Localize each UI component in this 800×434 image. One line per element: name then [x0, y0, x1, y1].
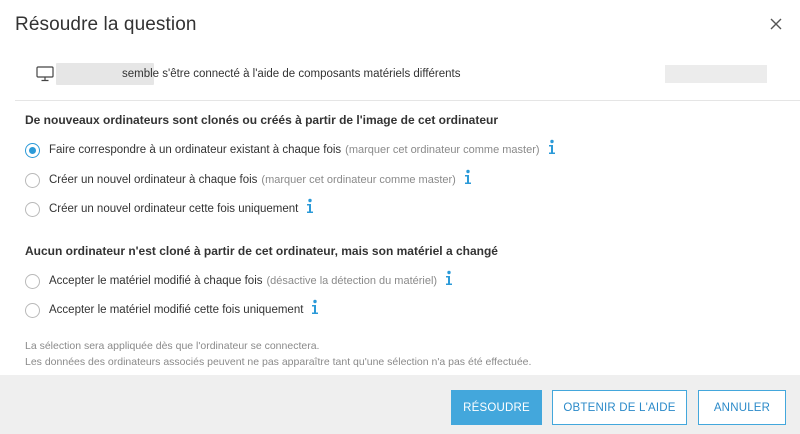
- dialog-footer: RÉSOUDRE OBTENIR DE L'AIDE ANNULER: [0, 375, 800, 434]
- cancel-button[interactable]: ANNULER: [698, 390, 786, 425]
- footnote-line-2: Les données des ordinateurs associés peu…: [25, 356, 532, 368]
- info-icon[interactable]: [310, 299, 320, 315]
- option-label: Créer un nouvel ordinateur à chaque fois: [49, 174, 258, 186]
- radio-button[interactable]: [25, 201, 40, 217]
- redacted-field: [665, 65, 767, 83]
- option-accept-every-time[interactable]: Accepter le matériel modifié à chaque fo…: [25, 270, 454, 290]
- radio-button[interactable]: [25, 273, 40, 289]
- divider: [15, 100, 800, 101]
- close-icon[interactable]: [766, 14, 786, 34]
- device-info-row: semble s'être connecté à l'aide de compo…: [36, 62, 796, 86]
- info-icon[interactable]: [463, 169, 473, 185]
- radio-button[interactable]: [25, 302, 40, 318]
- device-message: semble s'être connecté à l'aide de compo…: [122, 68, 461, 80]
- info-icon[interactable]: [444, 270, 454, 286]
- option-new-every-time[interactable]: Créer un nouvel ordinateur à chaque fois…: [25, 169, 473, 189]
- monitor-icon: [36, 66, 54, 82]
- resolve-dialog: Résoudre la question semble s'être conne…: [0, 0, 800, 434]
- radio-button-selected[interactable]: [25, 142, 40, 158]
- section-heading-hardware: Aucun ordinateur n'est cloné à partir de…: [25, 244, 498, 258]
- dialog-title: Résoudre la question: [15, 14, 197, 35]
- section-heading-cloned: De nouveaux ordinateurs sont clonés ou c…: [25, 113, 498, 127]
- option-label: Créer un nouvel ordinateur cette fois un…: [49, 203, 299, 215]
- option-note: (désactive la détection du matériel): [266, 275, 438, 287]
- option-accept-this-time[interactable]: Accepter le matériel modifié cette fois …: [25, 299, 320, 319]
- radio-button[interactable]: [25, 172, 40, 188]
- resolve-button[interactable]: RÉSOUDRE: [451, 390, 542, 425]
- option-label: Accepter le matériel modifié à chaque fo…: [49, 275, 263, 287]
- info-icon[interactable]: [305, 198, 315, 214]
- option-new-this-time[interactable]: Créer un nouvel ordinateur cette fois un…: [25, 198, 315, 218]
- option-note: (marquer cet ordinateur comme master): [261, 174, 456, 186]
- option-match-existing[interactable]: Faire correspondre à un ordinateur exist…: [25, 139, 557, 159]
- get-help-button[interactable]: OBTENIR DE L'AIDE: [552, 390, 687, 425]
- info-icon[interactable]: [547, 139, 557, 155]
- option-label: Faire correspondre à un ordinateur exist…: [49, 144, 342, 156]
- option-label: Accepter le matériel modifié cette fois …: [49, 304, 304, 316]
- option-note: (marquer cet ordinateur comme master): [345, 144, 540, 156]
- footnote-line-1: La sélection sera appliquée dès que l'or…: [25, 340, 320, 352]
